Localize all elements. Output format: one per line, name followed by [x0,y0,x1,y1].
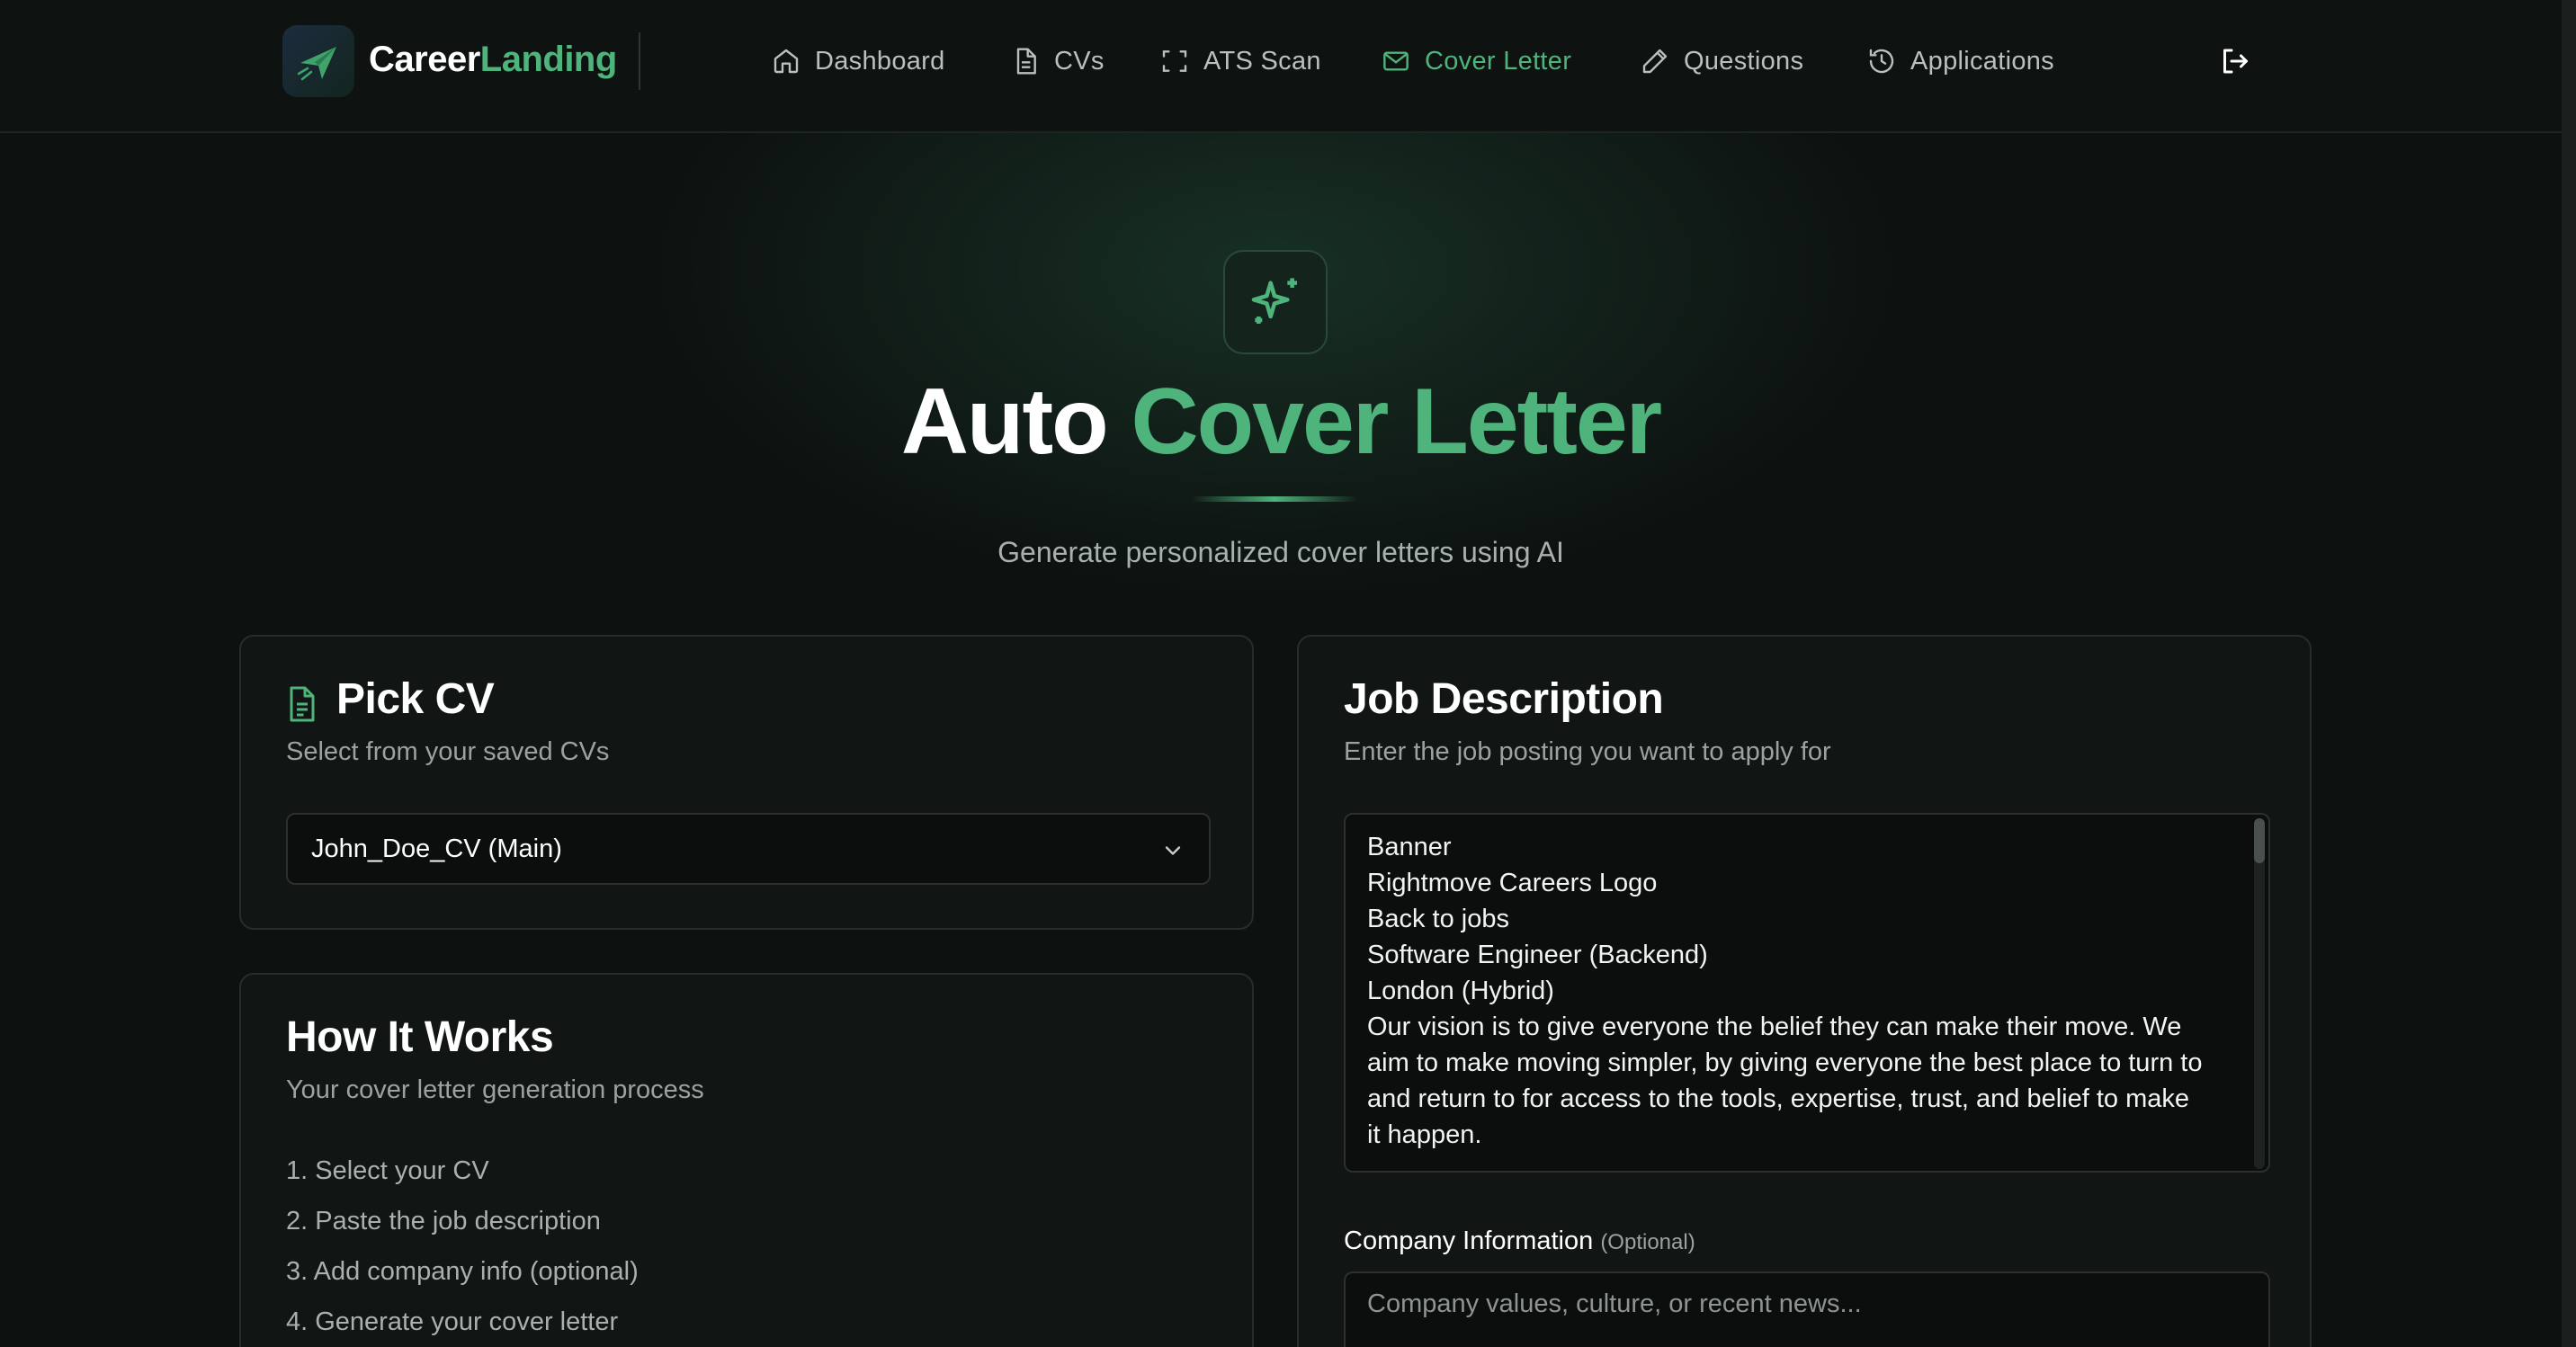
title-underline [1191,496,1358,502]
page: CareerLanding Dashboard CVs ATS Scan Cov… [0,0,2576,1347]
home-icon [774,49,799,74]
job-description-subtitle: Enter the job posting you want to apply … [1344,737,1831,766]
pick-cv-card: Pick CV Select from your saved CVs John_… [239,635,1254,930]
step-item: 2. Paste the job description [286,1207,601,1235]
nav-label-dashboard: Dashboard [815,46,945,76]
step-item: 4. Generate your cover letter [286,1307,619,1336]
brand-name-part2: Landing [479,40,618,79]
brand-divider [639,32,640,90]
cv-select[interactable]: John_Doe_CV (Main) [286,813,1211,885]
page-scrollbar[interactable] [2562,0,2576,1347]
nav-label-cover-letter: Cover Letter [1425,46,1572,76]
job-description-line: and return to for access to the tools, e… [1367,1084,2189,1113]
company-info-textarea[interactable]: Company values, culture, or recent news.… [1344,1271,2270,1347]
sparkles-icon [1251,278,1297,324]
textarea-scrollbar-thumb[interactable] [2254,818,2265,863]
nav-item-cover-letter[interactable]: Cover Letter [1382,43,1571,79]
pencil-icon [1642,49,1668,74]
textarea-scrollbar[interactable] [2254,818,2265,1169]
scan-icon [1162,50,1187,72]
job-description-card: Job Description Enter the job posting yo… [1297,635,2312,1347]
job-description-line: Software Engineer (Backend) [1367,941,1708,969]
job-description-line: it happen. [1367,1120,1482,1149]
company-info-label: Company Information (Optional) [1344,1227,1695,1256]
pick-cv-subtitle: Select from your saved CVs [286,737,610,766]
job-description-line: Back to jobs [1367,905,1509,933]
job-description-content: Banner Rightmove Careers Logo Back to jo… [1367,829,2231,1153]
company-info-placeholder: Company values, culture, or recent news.… [1367,1289,1862,1318]
how-it-works-card: How It Works Your cover letter generatio… [239,973,1254,1347]
page-title: Auto Cover Letter [0,369,2562,476]
paper-plane-icon [297,47,336,81]
job-description-line: Banner [1367,833,1452,861]
brand-logo[interactable] [282,25,354,97]
step-item: 1. Select your CV [286,1156,489,1185]
how-it-works-subtitle: Your cover letter generation process [286,1075,704,1104]
cv-select-value: John_Doe_CV (Main) [311,834,562,863]
page-title-part1: Auto [900,370,1109,474]
nav-item-cvs[interactable]: CVs [1011,43,1105,79]
nav-label-ats-scan: ATS Scan [1203,46,1321,76]
nav-label-cvs: CVs [1054,46,1105,76]
nav-item-applications[interactable]: Applications [1867,43,2054,79]
history-icon [1869,49,1894,74]
nav-item-questions[interactable]: Questions [1641,43,1803,79]
document-icon [290,686,315,722]
page-subtitle: Generate personalized cover letters usin… [997,536,1564,568]
job-description-textarea[interactable]: Banner Rightmove Careers Logo Back to jo… [1344,813,2270,1173]
job-description-line: Our vision is to give everyone the belie… [1367,1012,2182,1041]
top-navigation: CareerLanding Dashboard CVs ATS Scan Cov… [0,0,2562,133]
optional-tag: (Optional) [1600,1230,1695,1254]
nav-item-ats-scan[interactable]: ATS Scan [1160,43,1321,79]
job-description-line: Rightmove Careers Logo [1367,869,1658,897]
job-description-title: Job Description [1344,675,1664,723]
job-description-line: London (Hybrid) [1367,977,1554,1005]
brand-name-part1: Career [369,40,480,79]
logout-icon[interactable] [2218,45,2250,77]
pick-cv-title: Pick CV [336,675,495,723]
company-info-label-text: Company Information [1344,1227,1594,1255]
mail-icon [1383,51,1409,71]
nav-label-applications: Applications [1910,46,2054,76]
nav-label-questions: Questions [1684,46,1804,76]
step-item: 3. Add company info (optional) [286,1257,639,1286]
job-description-line: aim to make moving simpler, by giving ev… [1367,1048,2203,1077]
hero-badge [1223,250,1328,354]
page-title-part2: Cover Letter [1131,370,1663,474]
how-it-works-title: How It Works [286,1013,554,1061]
nav-item-dashboard[interactable]: Dashboard [772,43,945,79]
document-icon [1016,48,1036,75]
chevron-down-icon [1165,846,1181,855]
steps-list: 1. Select your CV 2. Paste the job descr… [286,1146,639,1347]
brand-name[interactable]: CareerLanding [369,40,617,80]
